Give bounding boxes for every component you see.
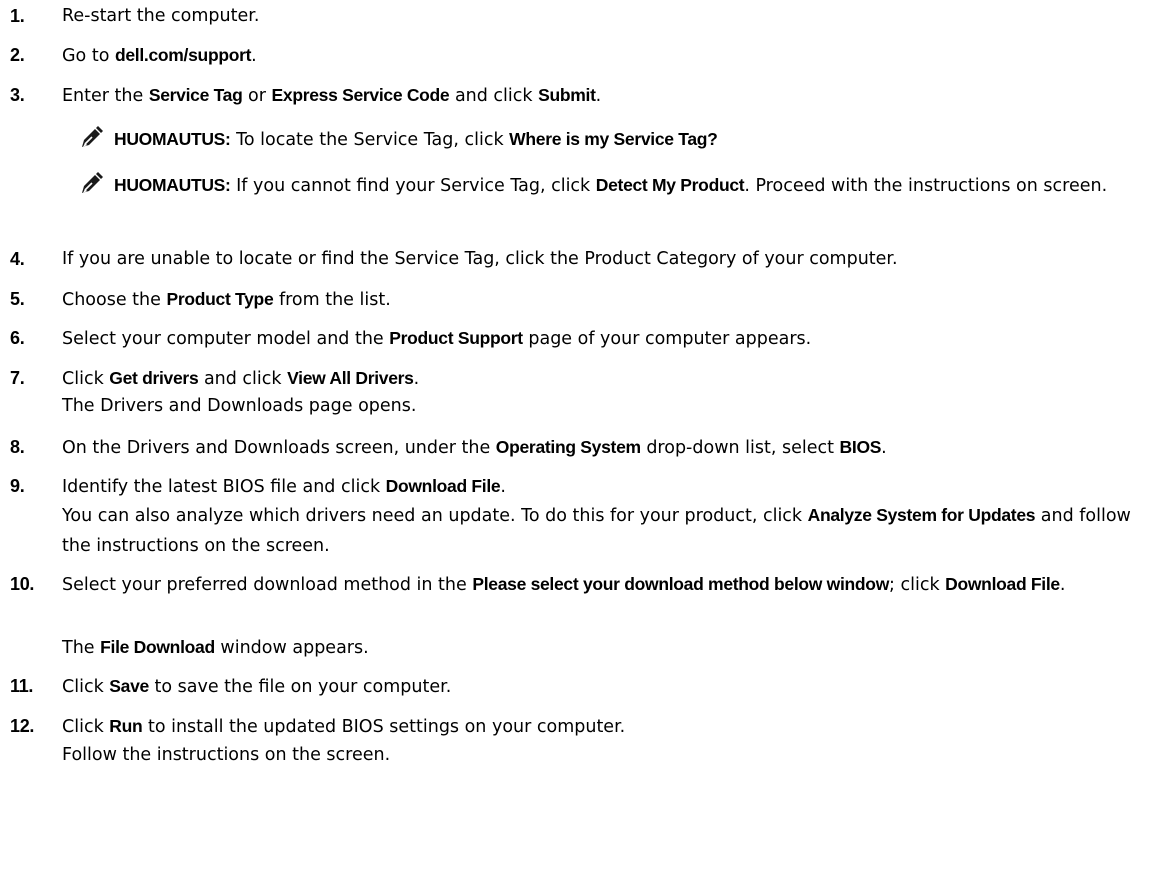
text-run: window appears. [214, 638, 369, 658]
text-run: If you cannot find your Service Tag, cli… [230, 176, 596, 196]
bold-term: Please select your download method below… [472, 574, 890, 594]
text-run: drop-down list, select [640, 438, 840, 458]
bold-term: Download File [385, 476, 501, 496]
text-run: Go to [62, 46, 115, 66]
step-text: Go to dell.com/support. [62, 42, 1158, 69]
bold-term: Product Type [166, 289, 274, 309]
text-run: If you are unable to locate or find the … [62, 249, 898, 269]
text-run: to install the updated BIOS settings on … [142, 717, 626, 737]
step-text: Click Run to install the updated BIOS se… [62, 713, 1158, 740]
text-run: On the Drivers and Downloads screen, und… [62, 438, 496, 458]
step-number: 9. [10, 476, 25, 496]
bold-term: BIOS [839, 437, 882, 457]
pencil-note-icon [80, 126, 104, 148]
step-number: 11. [10, 676, 34, 696]
text-run: . [251, 46, 257, 66]
text-run: . [595, 86, 602, 106]
text-run: and click [449, 86, 539, 106]
step-followup: Follow the instructions on the screen. [62, 742, 1158, 768]
bold-term: Analyze System for Updates [807, 505, 1036, 525]
text-run: . [413, 369, 420, 389]
step-number: 5. [10, 289, 25, 309]
step-text: Select your computer model and the Produ… [62, 325, 1158, 352]
bold-term: Product Support [389, 328, 523, 348]
bold-term: Download File [945, 574, 1060, 594]
text-run: page of your computer appears. [522, 329, 812, 349]
bold-term: Get drivers [109, 368, 199, 388]
step-number: 4. [10, 249, 25, 269]
step-followup: The File Download window appears. [62, 634, 1158, 661]
text-run: The [62, 638, 101, 658]
note-label: HUOMAUTUS: [114, 129, 231, 149]
bold-term: Express Service Code [271, 85, 450, 105]
step-number: 7. [10, 368, 25, 388]
text-run: Re-start the computer. [62, 6, 260, 26]
text-run: Follow the instructions on the screen. [62, 745, 391, 765]
text-run: Identify the latest BIOS file and click [62, 477, 386, 497]
step-text: Enter the Service Tag or Express Service… [62, 82, 1158, 109]
step-number: 2. [10, 45, 25, 65]
step-followup: The Drivers and Downloads page opens. [62, 393, 1158, 419]
note-1: HUOMAUTUS: To locate the Service Tag, cl… [80, 124, 1158, 154]
text-run: Click [62, 677, 110, 697]
bold-term: Detect My Product [595, 175, 745, 195]
step-number: 1. [10, 6, 25, 26]
step-text: If you are unable to locate or find the … [62, 246, 1158, 272]
pencil-note-icon [80, 172, 104, 194]
step-text: Click Save to save the file on your comp… [62, 673, 1158, 700]
text-run: Choose the [62, 290, 167, 310]
step-text: Select your preferred download method in… [62, 569, 1158, 600]
bold-term: File Download [100, 637, 215, 657]
text-run: from the list. [273, 290, 391, 310]
text-run: You can also analyze which drivers need … [62, 506, 808, 526]
text-run: . [500, 477, 506, 497]
step-text: Identify the latest BIOS file and click … [62, 473, 1158, 500]
note-2: HUOMAUTUS: If you cannot find your Servi… [80, 170, 1158, 230]
text-run: To locate the Service Tag, click [230, 130, 510, 150]
bold-term: Submit [538, 85, 596, 105]
bold-term: Operating System [495, 437, 641, 457]
step-followup: You can also analyze which drivers need … [62, 500, 1158, 561]
text-run: to save the file on your computer. [148, 677, 452, 697]
text-run: and click [198, 369, 288, 389]
note-label: HUOMAUTUS: [114, 175, 231, 195]
note-text: If you cannot find your Service Tag, cli… [230, 175, 1108, 196]
step-text: Choose the Product Type from the list. [62, 286, 1158, 313]
bold-term: Where is my Service Tag? [509, 129, 718, 149]
text-run: Enter the [62, 86, 149, 106]
text-run: or [242, 86, 272, 106]
text-run: . [1059, 575, 1066, 595]
step-number: 10. [10, 574, 35, 594]
step-number: 8. [10, 437, 25, 457]
bold-term: Service Tag [148, 85, 243, 105]
note-text: To locate the Service Tag, click Where i… [230, 129, 718, 150]
bold-term: Save [109, 676, 149, 696]
text-run: Click [62, 369, 110, 389]
text-run: . Proceed with the instructions on scree… [744, 176, 1108, 196]
text-run: The Drivers and Downloads page opens. [62, 396, 417, 416]
text-run: . [881, 438, 887, 458]
bold-term: dell.com/support [114, 45, 252, 65]
step-text: On the Drivers and Downloads screen, und… [62, 434, 1158, 461]
text-run: ; click [889, 575, 946, 595]
text-run: Select your preferred download method in… [62, 575, 473, 595]
step-number: 3. [10, 85, 25, 105]
bios-update-instructions: 1. Re-start the computer. 2. Go to dell.… [0, 0, 1166, 891]
text-run: Select your computer model and the [62, 329, 390, 349]
step-text: Click Get drivers and click View All Dri… [62, 365, 1158, 392]
step-number: 6. [10, 328, 25, 348]
bold-term: Run [109, 716, 143, 736]
text-run: Click [62, 717, 110, 737]
step-text: Re-start the computer. [62, 3, 1158, 29]
bold-term: View All Drivers [287, 368, 414, 388]
step-number: 12. [10, 716, 35, 736]
